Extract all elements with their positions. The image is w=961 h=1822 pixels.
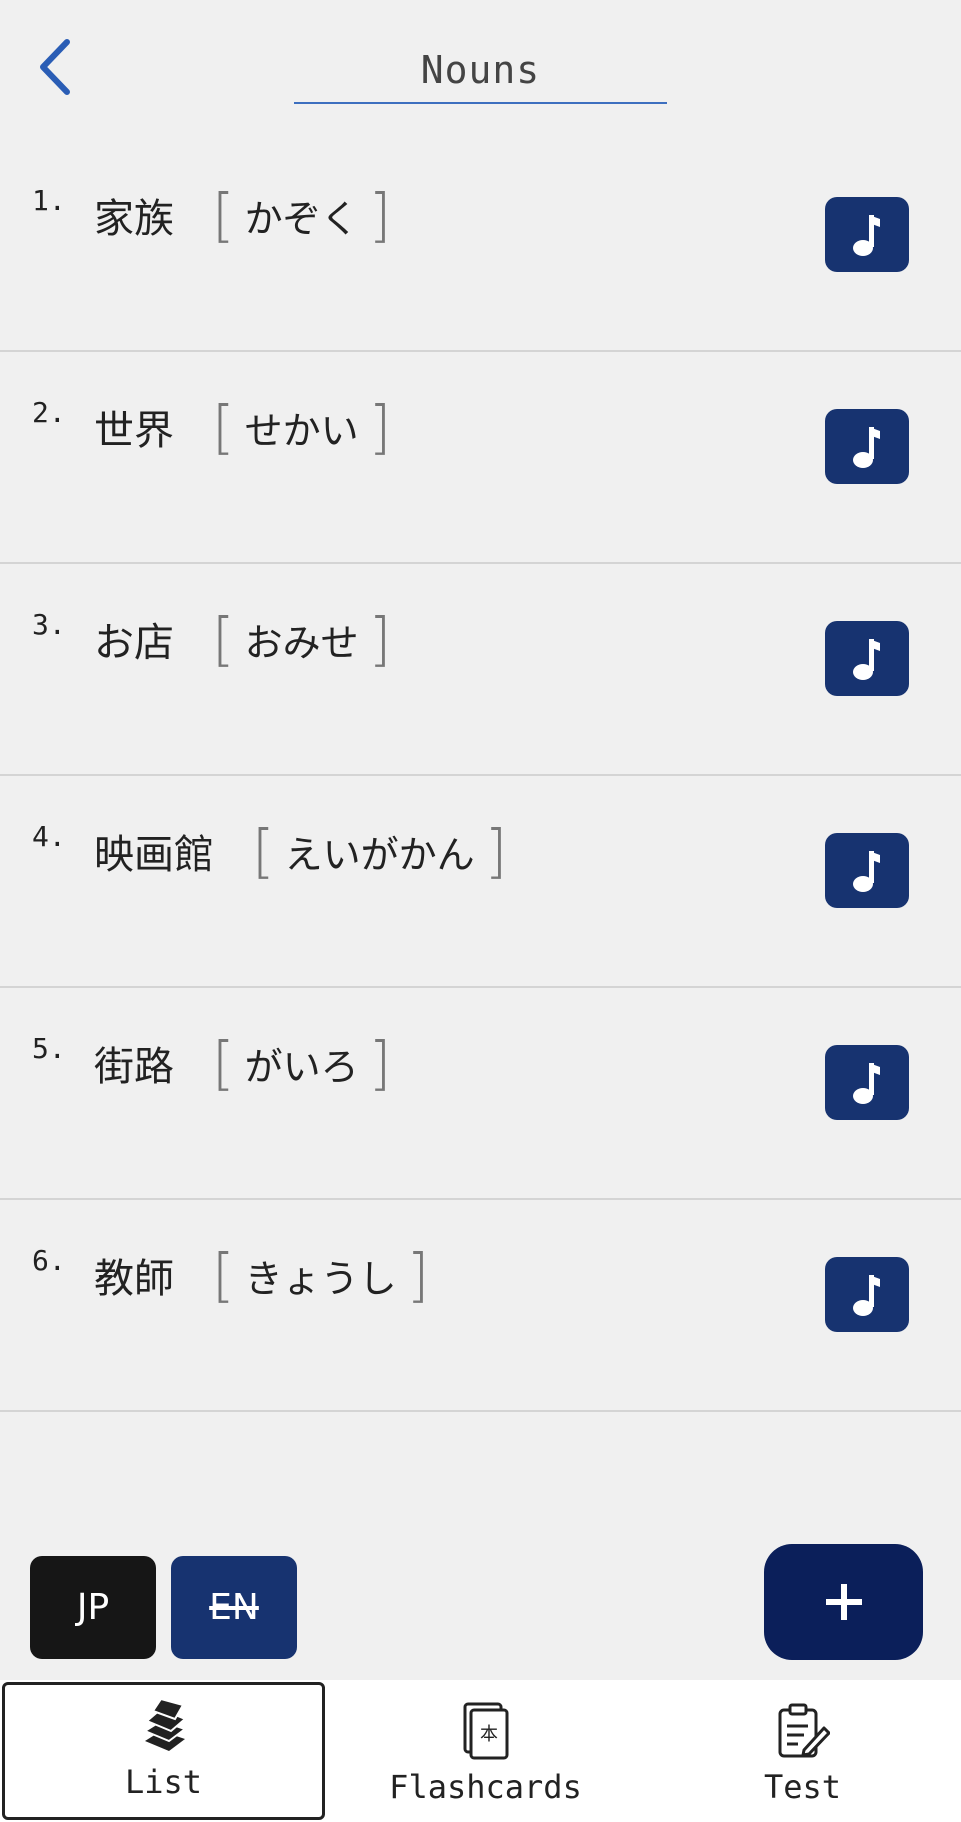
play-audio-button[interactable] xyxy=(825,1045,909,1120)
reading-bracket-open: [ xyxy=(212,1029,235,1097)
item-number: 2. xyxy=(32,396,66,429)
reading-bracket-close: ] xyxy=(484,817,508,885)
music-note-icon xyxy=(853,1062,880,1104)
tab-list[interactable]: List xyxy=(2,1682,325,1820)
svg-text:本: 本 xyxy=(480,1724,498,1745)
reading-bracket-open: [ xyxy=(212,181,235,249)
item-kanji: 世界 xyxy=(94,408,174,454)
flashcard-icon: 本 xyxy=(463,1702,508,1760)
list-item[interactable]: 5. 街路 [ がいろ ] xyxy=(0,988,961,1200)
reading-bracket-close: ] xyxy=(368,605,392,673)
tab-test[interactable]: Test xyxy=(644,1680,961,1822)
reading-bracket-close: ] xyxy=(368,181,392,249)
music-note-icon xyxy=(853,426,880,468)
reading-bracket-open: [ xyxy=(212,1241,235,1309)
title-field[interactable]: Nouns xyxy=(294,38,667,104)
play-audio-button[interactable] xyxy=(825,197,909,272)
reading-bracket-open: [ xyxy=(212,393,235,461)
list-item[interactable]: 2. 世界 [ せかい ] xyxy=(0,352,961,564)
tab-label: Test xyxy=(763,1768,842,1806)
tab-label: Flashcards xyxy=(389,1768,582,1806)
play-audio-button[interactable] xyxy=(825,409,909,484)
reading-bracket-open: [ xyxy=(252,817,275,885)
music-note-icon xyxy=(853,214,880,256)
item-number: 3. xyxy=(32,608,66,641)
books-icon xyxy=(142,1697,187,1751)
music-note-icon xyxy=(853,638,880,680)
back-button[interactable] xyxy=(30,36,80,98)
item-reading: かぞく xyxy=(244,196,359,241)
item-reading: がいろ xyxy=(244,1044,359,1089)
tab-label: List xyxy=(124,1763,203,1801)
reading-bracket-close: ] xyxy=(368,1029,392,1097)
item-kanji: 街路 xyxy=(94,1044,174,1090)
list-item[interactable]: 1. 家族 [ かぞく ] xyxy=(0,140,961,352)
item-reading: おみせ xyxy=(244,620,359,665)
item-reading: せかい xyxy=(244,408,359,453)
clipboard-icon xyxy=(778,1703,830,1758)
item-kanji: 教師 xyxy=(94,1256,174,1302)
list-item[interactable]: 4. 映画館 [ えいがかん ] xyxy=(0,776,961,988)
list-item[interactable]: 3. お店 [ おみせ ] xyxy=(0,564,961,776)
reading-bracket-close: ] xyxy=(368,393,392,461)
item-number: 1. xyxy=(32,184,66,217)
tab-flashcards[interactable]: 本 Flashcards xyxy=(327,1680,644,1822)
en-toggle-button[interactable]: EN xyxy=(171,1556,297,1659)
reading-bracket-open: [ xyxy=(212,605,235,673)
item-number: 4. xyxy=(32,820,66,853)
vocab-list: 1. 家族 [ かぞく ] 2. 世界 [ せかい ] 3. お店 [おみせ … xyxy=(0,140,961,1412)
item-reading: きょうし xyxy=(244,1256,397,1301)
page-title: Nouns xyxy=(420,48,541,92)
add-word-button[interactable] xyxy=(764,1544,923,1660)
item-reading: えいがかん xyxy=(284,832,475,877)
item-number: 5. xyxy=(32,1032,66,1065)
bottom-tab-bar: List 本 Flashcards Test xyxy=(0,1680,961,1822)
play-audio-button[interactable] xyxy=(825,621,909,696)
music-note-icon xyxy=(853,850,880,892)
item-kanji: お店 xyxy=(94,620,174,666)
play-audio-button[interactable] xyxy=(825,1257,909,1332)
reading-bracket-close: ] xyxy=(406,1241,430,1309)
header: Nouns xyxy=(0,0,961,140)
item-kanji: 映画館 xyxy=(94,832,214,878)
jp-toggle-button[interactable]: JP xyxy=(30,1556,156,1659)
list-item[interactable]: 6. 教師 [ きょうし ] xyxy=(0,1200,961,1412)
music-note-icon xyxy=(853,1274,880,1316)
plus-icon xyxy=(825,1584,862,1620)
item-number: 6. xyxy=(32,1244,66,1277)
item-kanji: 家族 xyxy=(94,196,174,242)
play-audio-button[interactable] xyxy=(825,833,909,908)
chevron-left-icon xyxy=(40,39,70,95)
